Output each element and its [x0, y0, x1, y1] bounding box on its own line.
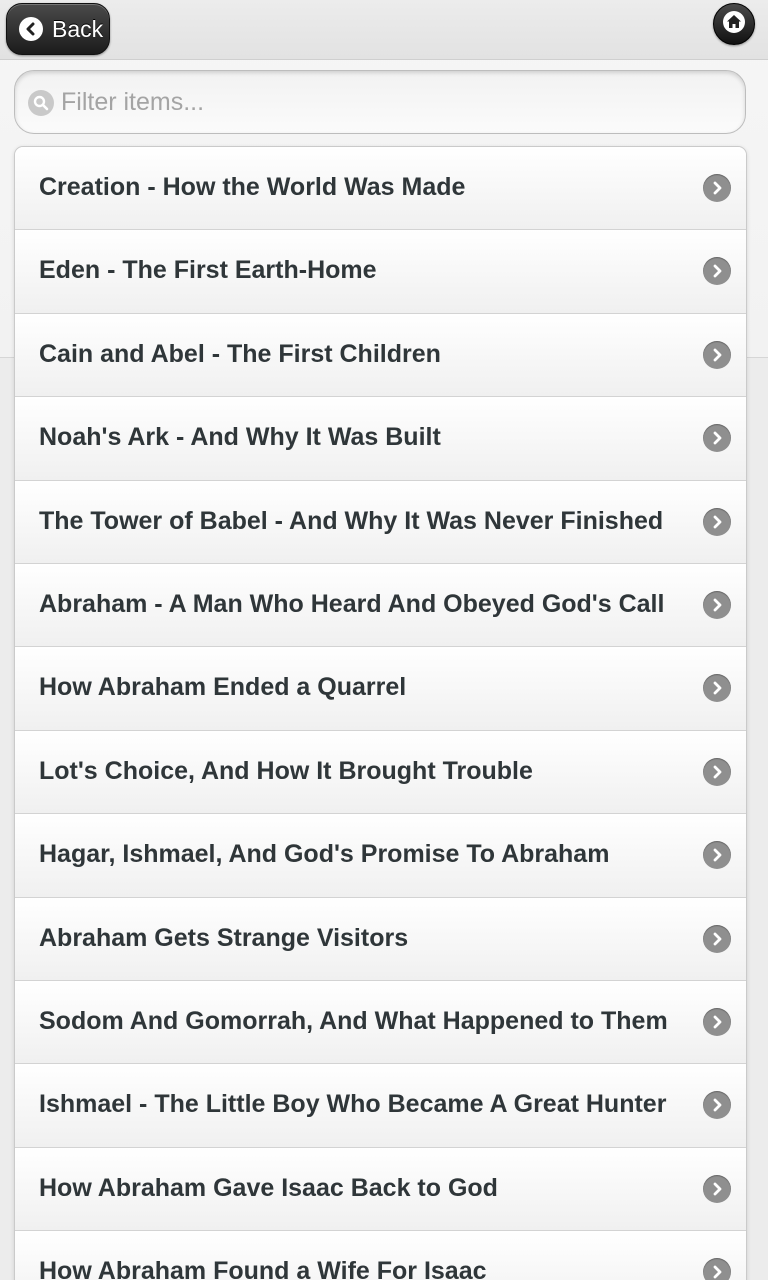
list-item-label: How Abraham Ended a Quarrel — [39, 673, 407, 702]
search-icon — [28, 90, 54, 116]
chevron-right-icon — [703, 590, 731, 619]
list-item[interactable]: The Tower of Babel - And Why It Was Neve… — [15, 480, 746, 564]
list-item[interactable]: Ishmael - The Little Boy Who Became A Gr… — [15, 1064, 746, 1148]
page: Back Creation - How the World Was Made Ed… — [0, 0, 768, 1280]
chevron-right-icon — [703, 1258, 731, 1280]
filter-search-box — [14, 70, 746, 134]
chevron-right-icon — [703, 1174, 731, 1203]
chevron-right-icon — [703, 340, 731, 369]
list-item[interactable]: How Abraham Ended a Quarrel — [15, 647, 746, 731]
list-item-label: Lot's Choice, And How It Brought Trouble — [39, 756, 533, 785]
list-item[interactable]: Noah's Ark - And Why It Was Built — [15, 397, 746, 481]
chevron-left-icon — [19, 17, 43, 41]
list-item[interactable]: How Abraham Found a Wife For Isaac — [15, 1231, 746, 1280]
list-item-label: Sodom And Gomorrah, And What Happened to… — [39, 1006, 668, 1035]
list-item-label: Noah's Ark - And Why It Was Built — [39, 423, 441, 452]
item-list: Creation - How the World Was Made Eden - … — [14, 146, 747, 1280]
list-item-label: Ishmael - The Little Boy Who Became A Gr… — [39, 1090, 667, 1119]
list-item[interactable]: Creation - How the World Was Made — [15, 147, 746, 231]
chevron-right-icon — [703, 841, 731, 870]
list-item-label: Abraham - A Man Who Heard And Obeyed God… — [39, 589, 665, 618]
chevron-right-icon — [703, 674, 731, 703]
chevron-right-icon — [703, 257, 731, 286]
list-item[interactable]: Sodom And Gomorrah, And What Happened to… — [15, 980, 746, 1065]
back-button[interactable]: Back — [6, 3, 110, 55]
chevron-right-icon — [703, 424, 731, 453]
list-item[interactable]: Eden - The First Earth-Home — [15, 230, 746, 314]
list-item-label: How Abraham Found a Wife For Isaac — [39, 1257, 487, 1280]
header-bar: Back — [0, 0, 768, 60]
list-item[interactable]: Abraham - A Man Who Heard And Obeyed God… — [15, 563, 746, 648]
list-item[interactable]: How Abraham Gave Isaac Back to God — [15, 1147, 746, 1232]
list-item-label: Creation - How the World Was Made — [39, 173, 466, 201]
list-item-label: Cain and Abel - The First Children — [39, 339, 441, 368]
list-item[interactable]: Abraham Gets Strange Visitors — [15, 897, 746, 981]
filter-input[interactable] — [61, 79, 731, 125]
list-item-label: The Tower of Babel - And Why It Was Neve… — [39, 506, 664, 535]
chevron-right-icon — [703, 1091, 731, 1120]
home-icon — [722, 10, 746, 39]
list-item[interactable]: Lot's Choice, And How It Brought Trouble — [15, 730, 746, 815]
list-item[interactable]: Cain and Abel - The First Children — [15, 313, 746, 398]
chevron-right-icon — [703, 507, 731, 536]
back-button-label: Back — [52, 15, 104, 42]
home-button[interactable] — [713, 3, 755, 45]
list-item-label: Hagar, Ishmael, And God's Promise To Abr… — [39, 840, 610, 869]
chevron-right-icon — [703, 1007, 731, 1036]
list-item-label: Eden - The First Earth-Home — [39, 256, 377, 285]
list-item-label: Abraham Gets Strange Visitors — [39, 923, 409, 952]
chevron-right-icon — [703, 924, 731, 953]
list-item-label: How Abraham Gave Isaac Back to God — [39, 1173, 498, 1202]
list-item[interactable]: Hagar, Ishmael, And God's Promise To Abr… — [15, 814, 746, 898]
chevron-right-icon — [703, 757, 731, 786]
chevron-right-icon — [703, 174, 731, 202]
